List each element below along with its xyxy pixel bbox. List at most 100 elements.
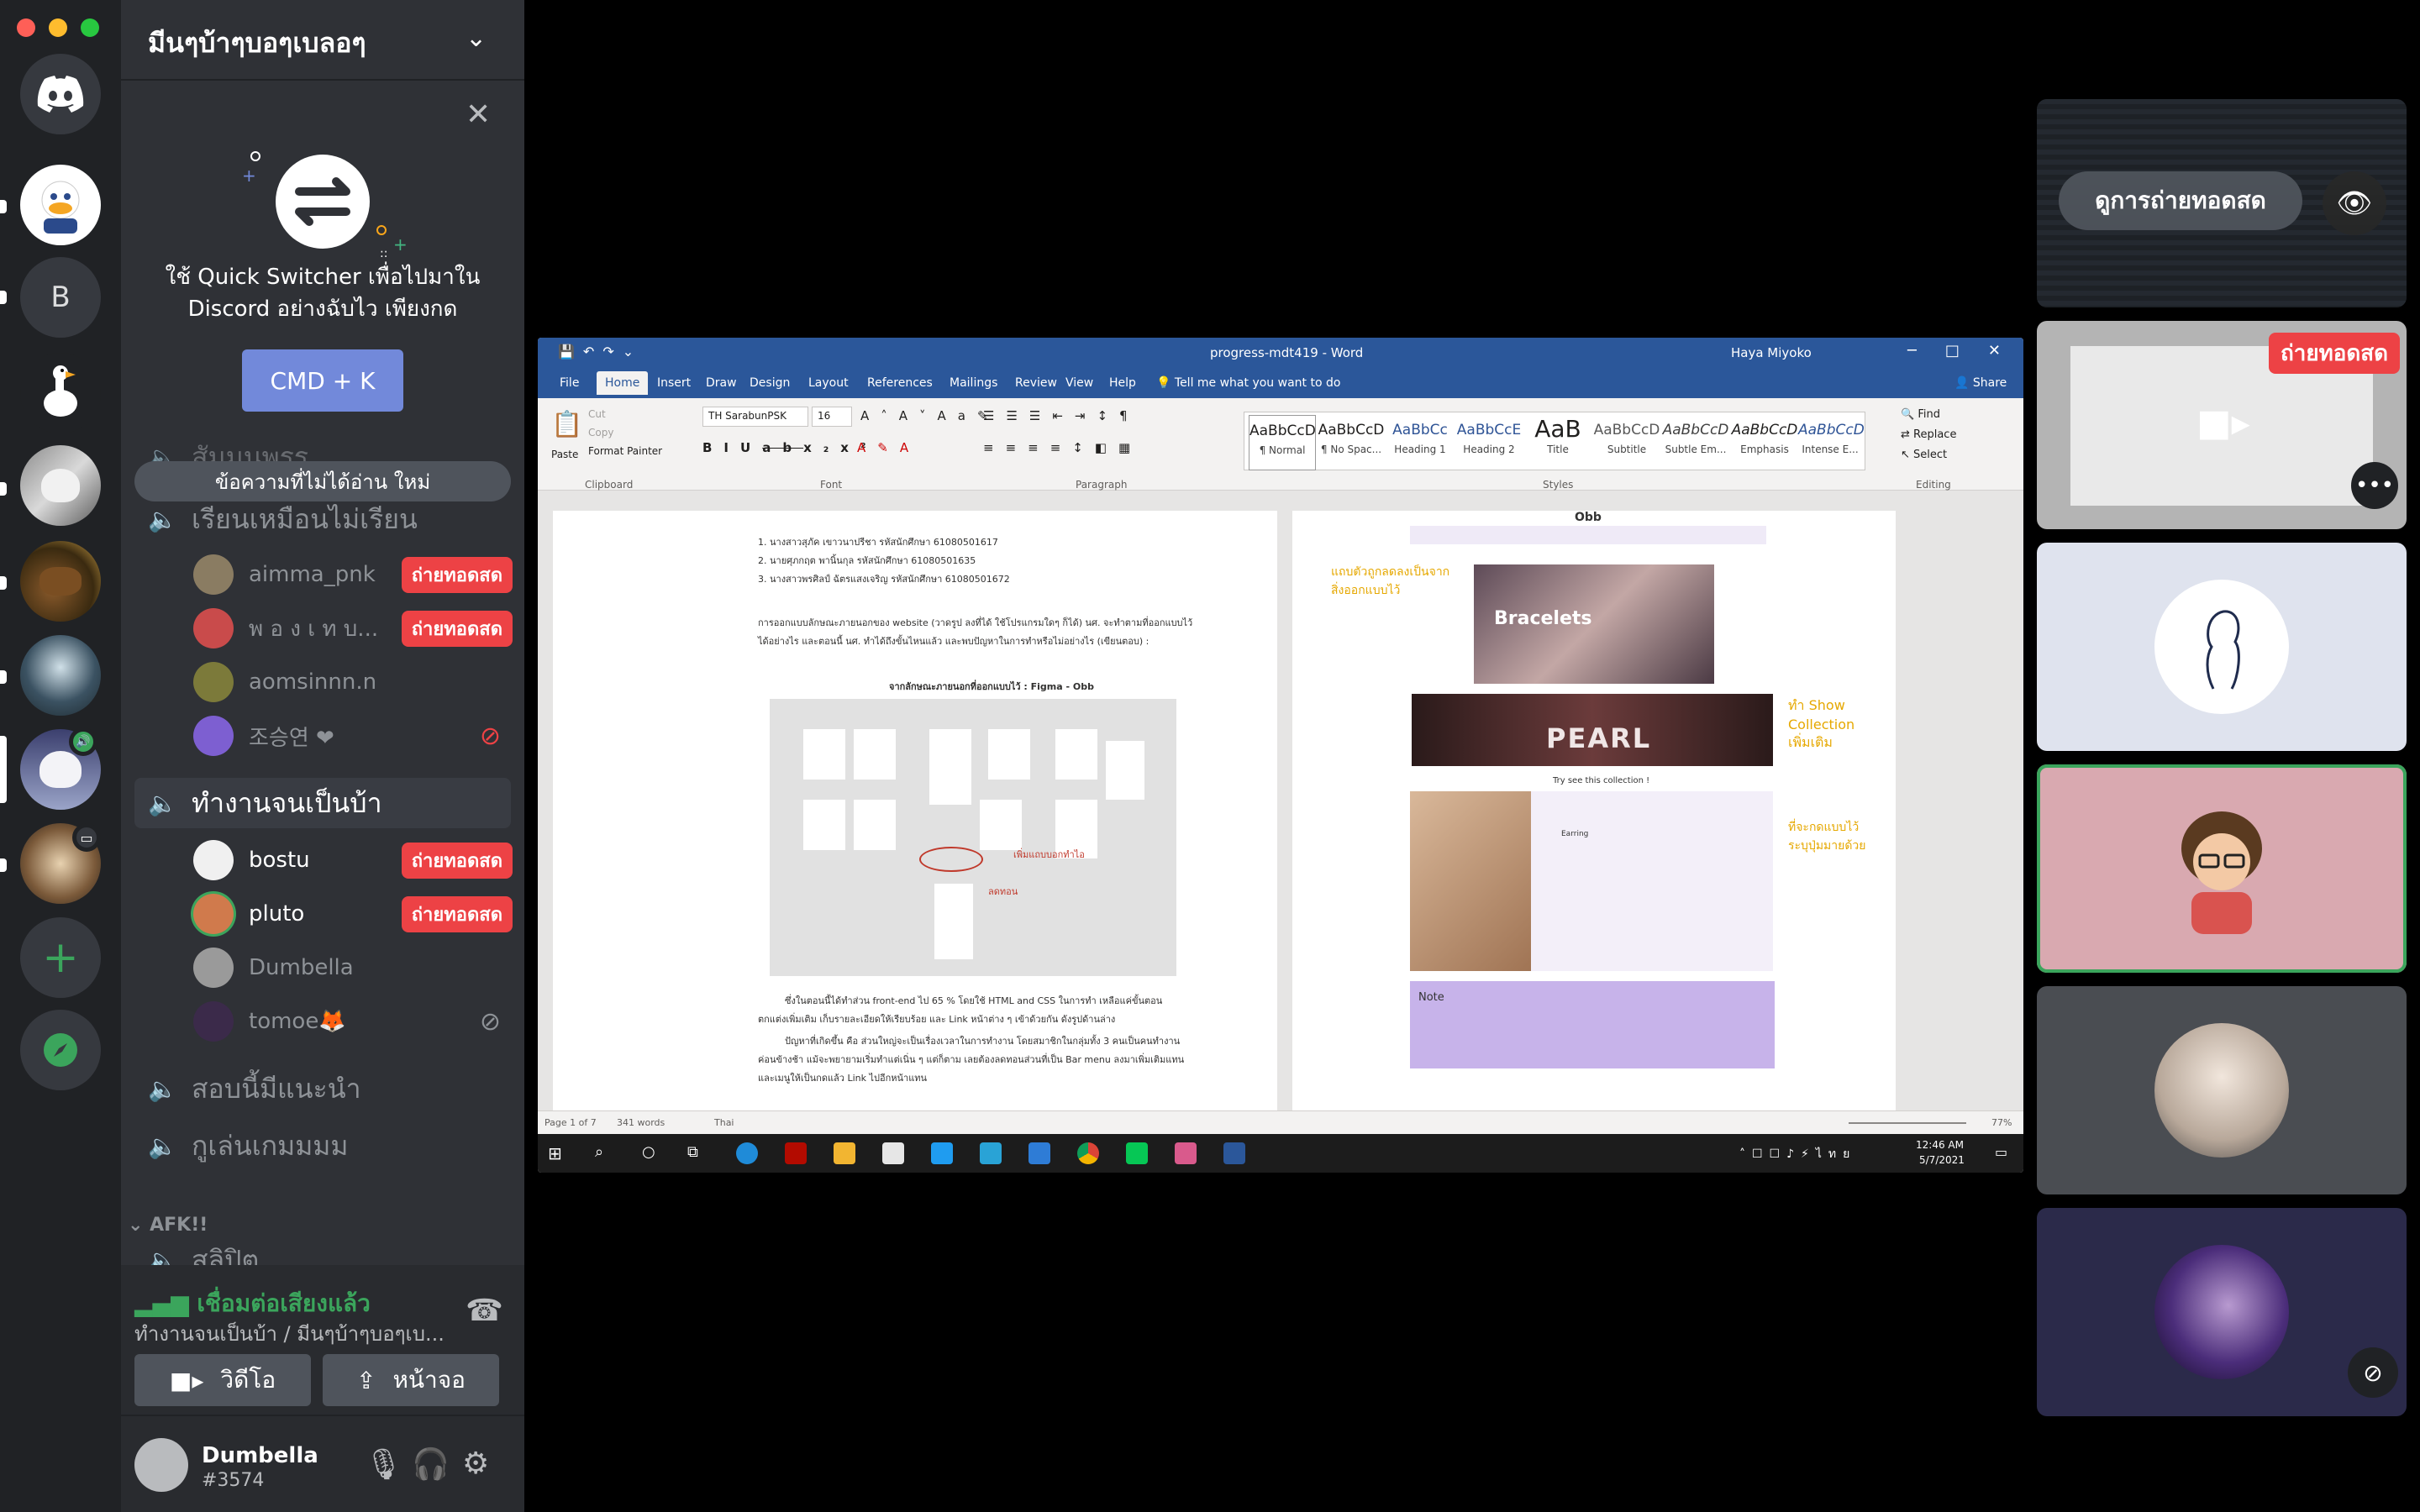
windows-start-icon[interactable]: ⊞ — [548, 1143, 562, 1163]
zoom-level[interactable]: 77% — [1991, 1117, 2012, 1128]
voice-user[interactable]: aimma_pnk ถ่ายทอดสด — [193, 551, 513, 598]
language[interactable]: Thai — [714, 1117, 734, 1128]
window-minimize-button[interactable] — [49, 18, 67, 37]
window-controls-icon[interactable]: ─□✕ — [1907, 342, 2023, 360]
style-emphasis[interactable]: AaBbCcD Emphasis — [1731, 415, 1798, 470]
find-button[interactable]: 🔍 Find — [1901, 408, 1940, 421]
stream-tile-word[interactable]: ถ่ายทอดสด ■▸ ••• — [2037, 321, 2407, 529]
store-icon[interactable] — [882, 1142, 904, 1164]
style-no-spacing[interactable]: AaBbCcD ¶ No Spac... — [1318, 415, 1385, 470]
tab-review[interactable]: Review — [1015, 376, 1057, 390]
style-intense-emphasis[interactable]: AaBbCcD Intense E... — [1798, 415, 1865, 470]
replace-button[interactable]: ⇄ Replace — [1901, 428, 1956, 441]
disconnect-call-icon[interactable]: ☎ — [466, 1294, 503, 1328]
font-size-select[interactable]: 16 — [812, 407, 852, 427]
add-server-button[interactable]: + — [20, 917, 101, 998]
participant-tile[interactable] — [2037, 986, 2407, 1194]
screen-share-button[interactable]: ⇪ หน้าจอ — [323, 1354, 499, 1406]
select-button[interactable]: ↖ Select — [1901, 449, 1947, 461]
voice-location[interactable]: ทำงานจนเป็นบ้า / มีนๆบ้าๆบอๆเบ... — [134, 1317, 454, 1350]
window-close-button[interactable] — [17, 18, 35, 37]
tab-layout[interactable]: Layout — [808, 376, 849, 390]
video-button[interactable]: ■▸ วิดีโอ — [134, 1354, 311, 1406]
chrome-icon[interactable] — [1077, 1142, 1099, 1164]
stream-tile-preview[interactable]: ดูการถ่ายทอดสด 👁 — [2037, 99, 2407, 307]
search-icon[interactable]: ⌕ — [595, 1143, 603, 1161]
server-capybara[interactable] — [20, 541, 101, 622]
microphone-icon[interactable]: 🎙 — [365, 1446, 403, 1482]
font-name-select[interactable]: TH SarabunPSK — [702, 407, 808, 427]
line-icon[interactable] — [1126, 1142, 1148, 1164]
tab-mailings[interactable]: Mailings — [950, 376, 997, 390]
word-count[interactable]: 341 words — [617, 1117, 665, 1128]
window-zoom-button[interactable] — [81, 18, 99, 37]
participant-tile[interactable]: ⊘ — [2037, 1208, 2407, 1416]
paste-icon[interactable]: 📋 — [551, 410, 582, 439]
tell-me-search[interactable]: 💡 Tell me what you want to do — [1156, 376, 1340, 390]
chevron-down-icon[interactable]: ⌄ — [466, 24, 487, 53]
server-goose[interactable] — [20, 353, 101, 433]
quick-access-icons[interactable]: 💾↶↷⌄ — [558, 344, 642, 360]
word-document-area[interactable]: 1. นางสาวสุภัค เขาวนาปรีชา รหัสนักศึกษา … — [538, 511, 2023, 1110]
style-subtitle[interactable]: AaBbCcD Subtitle — [1593, 415, 1660, 470]
voice-channel[interactable]: 🔈 กูเล่นเกมมมม — [134, 1121, 511, 1171]
server-forest[interactable] — [20, 635, 101, 716]
document-page-2[interactable]: Obb Bracelets PEARL Try see this collect… — [1292, 511, 1896, 1110]
font-color-buttons[interactable]: A✎A — [857, 440, 920, 455]
voice-channel[interactable]: 🔈 สอบนี้มีแนะนำ — [134, 1063, 511, 1114]
shared-screen-word[interactable]: 💾↶↷⌄ progress-mdt419 - Word Haya Miyoko … — [538, 338, 2023, 1173]
list-buttons[interactable]: ☰☰☰⇤⇥↕¶ — [983, 408, 1139, 423]
align-buttons[interactable]: ≡≡≡≡↕◧▦ — [983, 440, 1142, 455]
edge-icon[interactable] — [736, 1142, 758, 1164]
copy-button[interactable]: Copy — [588, 427, 613, 438]
mail-icon[interactable] — [1028, 1142, 1050, 1164]
font-size-buttons[interactable]: A˄A˅Aa✎ — [860, 408, 1000, 423]
zoom-slider[interactable] — [1849, 1122, 1966, 1124]
headphones-icon[interactable]: 🎧 — [412, 1446, 450, 1482]
tab-references[interactable]: References — [867, 376, 933, 390]
notification-icon[interactable]: ▭ — [1995, 1144, 2007, 1160]
voice-channel[interactable]: 🔈 เรียนเหมือนไม่เรียน — [134, 494, 511, 544]
app-l-icon[interactable] — [980, 1142, 1002, 1164]
share-button[interactable]: 👤 Share — [1954, 376, 2007, 390]
discord-home-button[interactable] — [20, 54, 101, 134]
close-icon[interactable]: ✕ — [466, 97, 491, 132]
cut-button[interactable]: Cut — [588, 408, 606, 420]
explore-servers-button[interactable] — [20, 1010, 101, 1090]
tab-file[interactable]: File — [560, 376, 579, 390]
tab-home[interactable]: Home — [597, 371, 649, 395]
voice-user[interactable]: Dumbella — [193, 944, 513, 991]
category-afk[interactable]: ⌄ AFK!! — [128, 1215, 208, 1236]
document-page-1[interactable]: 1. นางสาวสุภัค เขาวนาปรีชา รหัสนักศึกษา … — [553, 511, 1277, 1110]
participant-tile[interactable] — [2037, 543, 2407, 751]
word-ruler[interactable] — [538, 491, 2023, 511]
tab-view[interactable]: View — [1065, 376, 1093, 390]
acrobat-icon[interactable] — [785, 1142, 807, 1164]
style-heading-2[interactable]: AaBbCcE Heading 2 — [1455, 415, 1523, 470]
server-duck[interactable] — [20, 165, 101, 245]
server-b[interactable]: B — [20, 257, 101, 338]
style-title[interactable]: AaB Title — [1524, 415, 1591, 470]
style-heading-1[interactable]: AaBbCc Heading 1 — [1386, 415, 1454, 470]
guild-header[interactable]: มีนๆบ้าๆบอๆเบลอๆ ⌄ — [121, 0, 524, 81]
vscode-icon[interactable] — [931, 1142, 953, 1164]
voice-channel-active[interactable]: 🔈 ทำงานจนเป็นบ้า — [134, 778, 511, 828]
more-options-icon[interactable]: ••• — [2351, 462, 2398, 509]
voice-user[interactable]: tomoe🦊 ⊘ — [193, 998, 513, 1045]
settings-gear-icon[interactable]: ⚙ — [462, 1446, 489, 1481]
tab-insert[interactable]: Insert — [657, 376, 691, 390]
font-format-buttons[interactable]: BIUabx₂x² — [702, 440, 878, 455]
tab-help[interactable]: Help — [1109, 376, 1136, 390]
voice-user[interactable]: pluto ถ่ายทอดสด — [193, 890, 513, 937]
clock-time[interactable]: 12:46 AM — [1916, 1139, 1964, 1151]
style-normal[interactable]: AaBbCcD ¶ Normal — [1249, 415, 1316, 470]
voice-user[interactable]: 조승연 ❤ ⊘ — [193, 712, 513, 759]
word-taskbar-icon[interactable] — [1223, 1142, 1245, 1164]
voice-user[interactable]: aomsinnn.n — [193, 659, 513, 706]
watch-stream-button[interactable]: ดูการถ่ายทอดสด — [2059, 171, 2302, 230]
tab-draw[interactable]: Draw — [706, 376, 737, 390]
tray-icons[interactable]: ˄☐☐♪⚡ไทย — [1739, 1145, 1856, 1163]
avatar[interactable] — [134, 1438, 188, 1492]
voice-user[interactable]: พ อ ง เ ท บ... ถ่ายทอดสด — [193, 605, 513, 652]
cortana-icon[interactable]: ○ — [642, 1143, 655, 1161]
